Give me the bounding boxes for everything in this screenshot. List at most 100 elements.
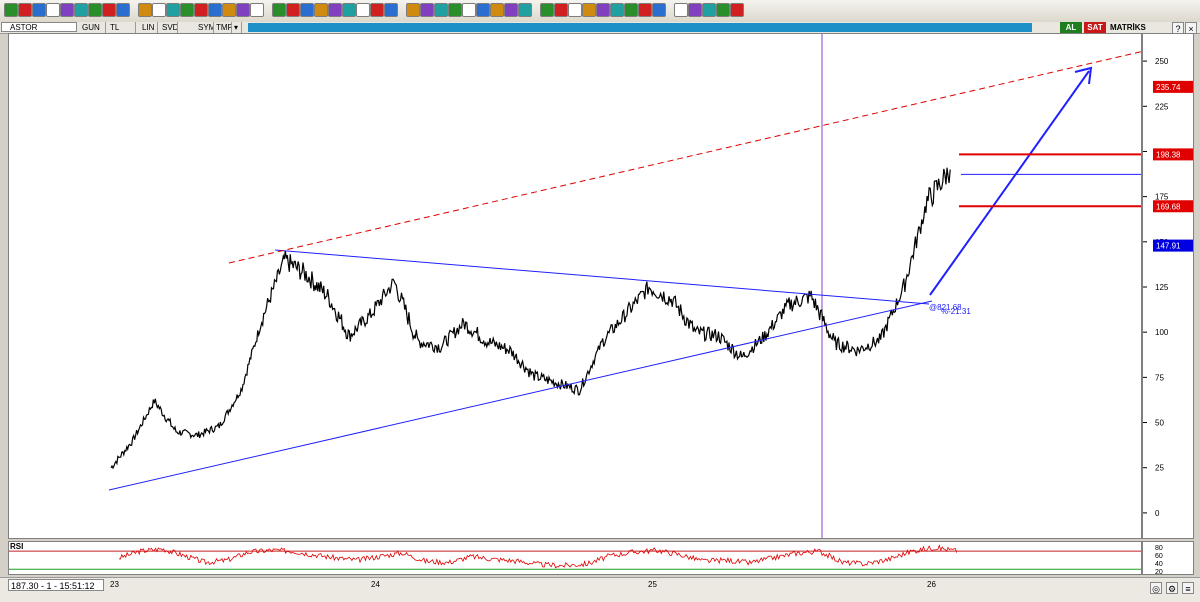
scale-button[interactable]: LIN [140,22,158,33]
toolbar-tool-icon[interactable] [74,3,88,17]
toolbar-tool-icon[interactable] [638,3,652,17]
toolbar-tool-icon[interactable] [166,3,180,17]
svd-button[interactable]: SVD [160,22,178,33]
toolbar-tool-icon[interactable] [314,3,328,17]
date-label-26: 26 [927,580,936,589]
toolbar-tool-icon[interactable] [18,3,32,17]
toolbar-tool-icon[interactable] [300,3,314,17]
toolbar-tool-icon[interactable] [208,3,222,17]
toolbar-tool-icon[interactable] [272,3,286,17]
y-tick-label: 50 [1155,419,1164,428]
price-series-line [110,167,951,470]
settings-icon[interactable]: ⚙ [1166,582,1178,594]
date-label-24: 24 [371,580,380,589]
sell-button[interactable]: SAT [1084,22,1106,33]
toolbar-tool-icon[interactable] [194,3,208,17]
rsi-axis: 80604020 [1142,541,1194,575]
toolbar-tool-icon[interactable] [476,3,490,17]
toolbar-tool-icon[interactable] [138,3,152,17]
toolbar-tool-icon[interactable] [582,3,596,17]
toolbar-tool-icon[interactable] [716,3,730,17]
toolbar-tool-icon[interactable] [356,3,370,17]
toolbar-tool-icon[interactable] [342,3,356,17]
y-tick-label: 225 [1155,102,1169,111]
rsi-series-line [118,544,958,569]
toolbar-tool-icon[interactable] [286,3,300,17]
toolbar [0,0,1200,23]
toolbar-tool-icon[interactable] [448,3,462,17]
toolbar-tool-icon[interactable] [554,3,568,17]
toolbar-tool-icon[interactable] [152,3,166,17]
lower-trendline [108,300,933,491]
price-tag-label: 147.91 [1156,242,1181,251]
price-tag-label: 198.38 [1156,150,1181,159]
rsi-title: RSI [10,542,24,551]
toolbar-tool-icon[interactable] [4,3,18,17]
toolbar-tool-icon[interactable] [702,3,716,17]
toolbar-tool-icon[interactable] [688,3,702,17]
y-tick-label: 25 [1155,464,1164,473]
toolbar-tool-icon[interactable] [610,3,624,17]
toolbar-tool-icon[interactable] [624,3,638,17]
rsi-tick-label: 60 [1155,553,1163,560]
bottom-bar [0,577,1200,602]
price-axis: 0255075100125150175200225250235.74198.38… [1142,33,1194,539]
toolbar-tool-icon[interactable] [60,3,74,17]
toolbar-tool-icon[interactable] [674,3,688,17]
buy-button[interactable]: AL [1060,22,1082,33]
toolbar-tool-icon[interactable] [384,3,398,17]
date-label-23: 23 [110,580,119,589]
rsi-tick-label: 80 [1155,545,1163,552]
toolbar-tool-icon[interactable] [490,3,504,17]
sym-button[interactable]: SYM [196,22,214,33]
target-arrow-line [929,70,1090,296]
y-tick-label: 250 [1155,57,1169,66]
toolbar-tool-icon[interactable] [250,3,264,17]
toolbar-tool-icon[interactable] [652,3,666,17]
toolbar-tool-icon[interactable] [328,3,342,17]
status-readout: 187.30 - 1 - 15:51:12 [8,579,104,591]
currency-button[interactable]: TL [108,22,136,33]
price-chart[interactable]: @821.68%-21.31 [8,33,1142,539]
dropdown-icon[interactable]: ▾ [232,22,242,33]
menu-icon[interactable]: ≡ [1182,582,1194,594]
symbol-input[interactable]: ASTOR [1,22,77,32]
toolbar-tool-icon[interactable] [730,3,744,17]
toolbar-tool-icon[interactable] [434,3,448,17]
toolbar-tool-icon[interactable] [222,3,236,17]
annotation-label-2: %-21.31 [941,307,971,316]
toolbar-tool-icon[interactable] [88,3,102,17]
zoom-icon[interactable]: ◎ [1150,582,1162,594]
toolbar-tool-icon[interactable] [32,3,46,17]
toolbar-tool-icon[interactable] [370,3,384,17]
red-dashed-trendline [228,51,1141,264]
rsi-tick-label: 40 [1155,561,1163,568]
toolbar-tool-icon[interactable] [180,3,194,17]
y-tick-label: 125 [1155,283,1169,292]
toolbar-tool-icon[interactable] [116,3,130,17]
toolbar-tool-icon[interactable] [46,3,60,17]
info-strip [248,23,1032,32]
upper-trendline [274,249,930,305]
rsi-panel[interactable] [8,541,1142,575]
price-tag-label: 169.68 [1156,202,1181,211]
toolbar-tool-icon[interactable] [596,3,610,17]
toolbar-tool-icon[interactable] [568,3,582,17]
toolbar-tool-icon[interactable] [406,3,420,17]
toolbar-tool-icon[interactable] [540,3,554,17]
rsi-tick-label: 20 [1155,569,1163,575]
toolbar-tool-icon[interactable] [462,3,476,17]
toolbar-tool-icon[interactable] [102,3,116,17]
toolbar-tool-icon[interactable] [420,3,434,17]
price-tag-label: 235.74 [1156,83,1181,92]
y-tick-label: 100 [1155,328,1169,337]
date-label-25: 25 [648,580,657,589]
arrow-head-icon [1074,66,1093,85]
tmp-button[interactable]: TMP [214,22,232,33]
period-button[interactable]: GUN [80,22,106,33]
y-tick-label: 75 [1155,373,1164,382]
y-tick-label: 0 [1155,509,1160,518]
toolbar-tool-icon[interactable] [518,3,532,17]
toolbar-tool-icon[interactable] [504,3,518,17]
toolbar-tool-icon[interactable] [236,3,250,17]
